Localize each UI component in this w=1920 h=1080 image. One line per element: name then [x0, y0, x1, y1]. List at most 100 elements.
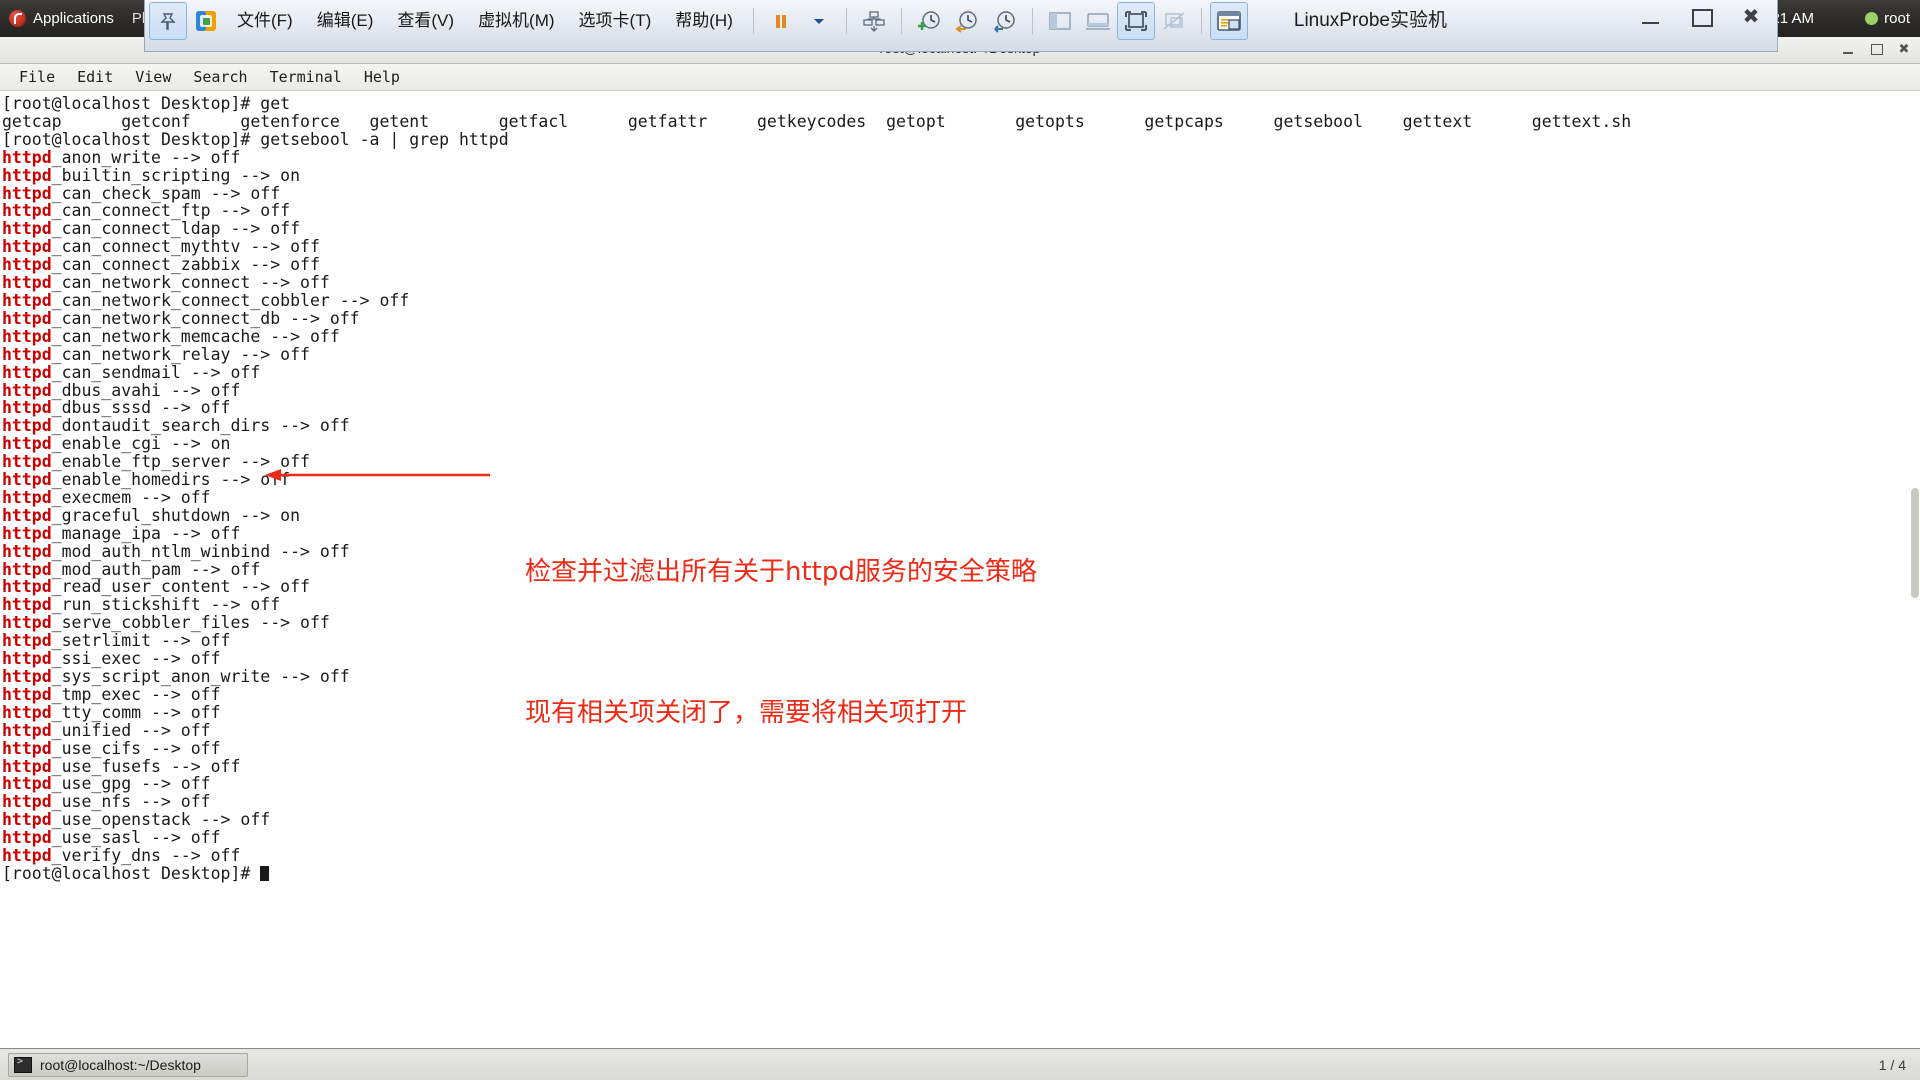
grep-highlight: httpd: [2, 828, 52, 848]
boolean-entry: _builtin_scripting --> on: [51, 165, 301, 185]
fullscreen-icon[interactable]: [1116, 2, 1155, 40]
terminal-minimize-button[interactable]: [1840, 41, 1856, 57]
terminal-line: httpd_can_network_connect_cobbler --> of…: [2, 292, 1920, 310]
grep-highlight: httpd: [2, 846, 52, 866]
snapshot-take-icon[interactable]: [910, 2, 948, 40]
boolean-entry: _run_stickshift --> off: [51, 595, 281, 615]
grep-highlight: httpd: [2, 290, 52, 310]
terminal-line: httpd_can_check_spam --> off: [2, 183, 1920, 203]
terminal-maximize-button[interactable]: [1868, 41, 1884, 57]
boolean-entry: _tty_comm --> off: [51, 702, 221, 722]
grep-highlight: httpd: [2, 398, 52, 418]
boolean-entry: _enable_homedirs --> off: [51, 470, 291, 490]
pause-icon[interactable]: [762, 2, 800, 40]
grep-highlight: httpd: [2, 667, 52, 686]
menu-item-file[interactable]: File: [8, 65, 66, 89]
grep-highlight: httpd: [2, 416, 52, 436]
screen: Applications Pl :21 AM root 文件(F) 编辑(E) …: [0, 0, 1920, 1080]
boolean-entry: _serve_cobbler_files --> off: [51, 613, 330, 633]
menu-vm[interactable]: 虚拟机(M): [466, 2, 566, 40]
unity-mode-icon[interactable]: [1155, 2, 1193, 40]
terminal-line: httpd_dbus_avahi --> off: [2, 381, 1920, 400]
maximize-button[interactable]: [1689, 6, 1713, 28]
vmware-title: LinuxProbe实验机: [1293, 10, 1447, 31]
grep-highlight: httpd: [2, 505, 52, 525]
workspace-indicator[interactable]: 1 / 4: [1879, 1057, 1906, 1073]
grep-highlight: httpd: [2, 237, 52, 257]
scrollbar-thumb[interactable]: [1911, 488, 1919, 598]
grep-highlight: httpd: [2, 470, 52, 490]
menu-tabs[interactable]: 选项卡(T): [567, 2, 664, 40]
terminal-close-button[interactable]: ✖: [1896, 41, 1912, 57]
menu-item-help[interactable]: Help: [353, 65, 411, 89]
show-sidebar-icon[interactable]: [1041, 2, 1079, 40]
menu-item-terminal[interactable]: Terminal: [259, 65, 353, 89]
boolean-entry: _graceful_shutdown --> on: [51, 505, 301, 525]
menu-view[interactable]: 查看(V): [385, 2, 466, 40]
grep-highlight: httpd: [2, 183, 52, 203]
panel-user-label: root: [1884, 10, 1910, 27]
chevron-down-icon[interactable]: [800, 2, 838, 40]
boolean-entry: _anon_write --> off: [51, 147, 241, 167]
grep-highlight: httpd: [2, 810, 52, 830]
grep-highlight: httpd: [2, 774, 52, 794]
boolean-entry: _can_network_memcache --> off: [51, 326, 340, 346]
grep-highlight: httpd: [2, 756, 52, 776]
boolean-entry: _use_cifs --> off: [51, 738, 221, 758]
grep-highlight: httpd: [2, 219, 52, 239]
minimize-button[interactable]: [1639, 6, 1663, 28]
vmware-window-buttons: ✖: [1639, 6, 1763, 28]
boolean-entry: _manage_ipa --> off: [51, 523, 241, 543]
annotation-line-2: 现有相关项关闭了，需要将相关项打开: [525, 698, 968, 728]
menu-item-view[interactable]: View: [124, 65, 182, 89]
snapshot-manager-icon[interactable]: [986, 2, 1024, 40]
boolean-entry: _use_gpg --> off: [51, 774, 211, 794]
terminal-icon: [14, 1056, 32, 1073]
terminal-line: httpd_can_network_connect --> off: [2, 274, 1920, 292]
grep-highlight: httpd: [2, 631, 52, 651]
online-status-icon: [1865, 12, 1879, 25]
toolbar-divider: [1200, 8, 1202, 34]
vmware-toolbar: 文件(F) 编辑(E) 查看(V) 虚拟机(M) 选项卡(T) 帮助(H): [145, 0, 1777, 42]
pin-icon[interactable]: [149, 2, 187, 40]
applications-label: Applications: [33, 10, 114, 27]
boolean-entry: _can_connect_ftp --> off: [51, 201, 291, 221]
terminal-line: httpd_builtin_scripting --> on: [2, 165, 1920, 185]
boolean-entry: _use_nfs --> off: [51, 792, 211, 812]
boolean-entry: _unified --> off: [51, 720, 211, 740]
grep-highlight: httpd: [2, 308, 52, 328]
toolbar-divider: [845, 8, 847, 34]
grep-highlight: httpd: [2, 344, 52, 364]
boolean-entry: _can_connect_ldap --> off: [51, 219, 301, 239]
menu-file[interactable]: 文件(F): [225, 2, 305, 40]
terminal-line: httpd_can_connect_mythtv --> off: [2, 238, 1920, 256]
boolean-entry: _dbus_sssd --> off: [51, 398, 231, 418]
grep-highlight: httpd: [2, 434, 52, 454]
show-console-icon[interactable]: [1079, 2, 1117, 40]
terminal-scrollbar[interactable]: [1910, 91, 1920, 1080]
taskbar-item-terminal[interactable]: root@localhost:~/Desktop: [8, 1052, 248, 1077]
menu-item-edit[interactable]: Edit: [66, 65, 124, 89]
boolean-entry: _can_connect_mythtv --> off: [51, 237, 320, 257]
menu-edit[interactable]: 编辑(E): [305, 2, 386, 40]
vmware-window: 文件(F) 编辑(E) 查看(V) 虚拟机(M) 选项卡(T) 帮助(H) Li…: [144, 0, 1778, 52]
terminal-line: httpd_can_network_connect_db --> off: [2, 308, 1920, 328]
applications-menu[interactable]: Applications: [0, 10, 114, 27]
network-adapter-icon[interactable]: [855, 2, 893, 40]
boolean-entry: _tmp_exec --> off: [51, 684, 221, 704]
annotation-text: 检查并过滤出所有关于httpd服务的安全策略 现有相关项关闭了，需要将相关项打开: [525, 455, 1037, 831]
grep-highlight: httpd: [2, 452, 52, 472]
boolean-entry: _ssi_exec --> off: [51, 649, 221, 669]
library-icon[interactable]: [1209, 2, 1248, 40]
terminal-line: [root@localhost Desktop]# get: [2, 94, 291, 113]
grep-highlight: httpd: [2, 541, 52, 561]
grep-highlight: httpd: [2, 487, 52, 507]
close-button[interactable]: ✖: [1739, 6, 1763, 28]
boolean-entry: _can_network_connect --> off: [51, 273, 330, 293]
boolean-entry: _can_check_spam --> off: [51, 183, 281, 203]
panel-user-menu[interactable]: root: [1865, 0, 1910, 37]
menu-help[interactable]: 帮助(H): [663, 2, 745, 40]
grep-highlight: httpd: [2, 362, 52, 382]
snapshot-revert-icon[interactable]: [948, 2, 986, 40]
menu-item-search[interactable]: Search: [182, 65, 258, 89]
